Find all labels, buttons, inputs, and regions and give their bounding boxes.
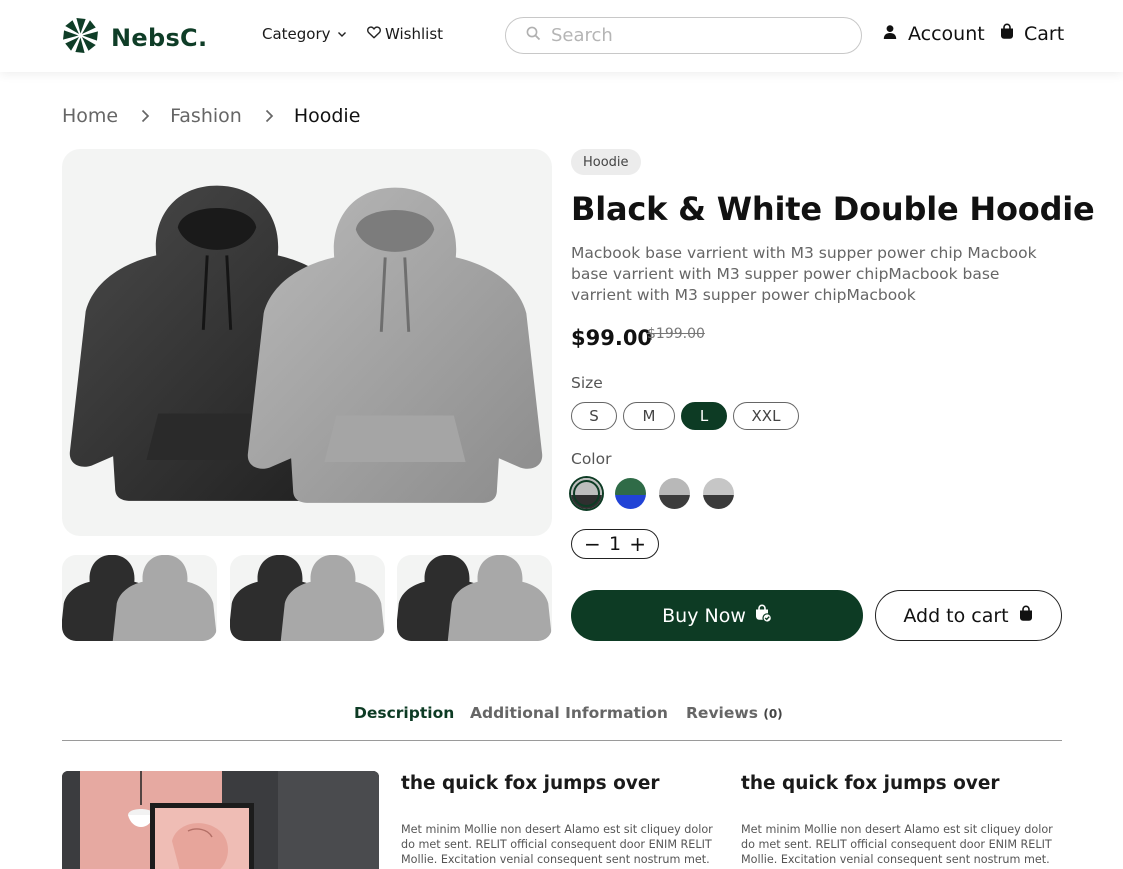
search-bar[interactable]: [505, 17, 862, 54]
content-heading-1: the quick fox jumps over: [401, 773, 660, 794]
swatch-bottom-half: [659, 495, 690, 509]
increment-button[interactable]: +: [629, 534, 646, 554]
breadcrumb: Home Fashion Hoodie: [62, 105, 360, 127]
wishlist-link[interactable]: Wishlist: [367, 25, 443, 43]
size-option-xxl[interactable]: XXL: [733, 402, 799, 430]
description-image: [62, 771, 379, 869]
breadcrumb-current: Hoodie: [293, 105, 361, 127]
color-swatch-grey-dark[interactable]: [659, 478, 690, 509]
content-heading-2: the quick fox jumps over: [741, 773, 1000, 794]
swatch-bottom-half: [615, 495, 646, 509]
product-tabs: Description Additional Information Revie…: [62, 700, 1062, 741]
product-price: $99.00: [571, 326, 653, 350]
swatch-top-half: [659, 478, 690, 496]
reviews-count: (0): [763, 707, 783, 721]
category-label: Category: [262, 25, 331, 43]
shopping-bag-icon: [999, 23, 1015, 45]
color-swatch-white-black[interactable]: [571, 478, 602, 509]
tab-description[interactable]: Description: [354, 704, 454, 722]
quantity-value: 1: [608, 533, 622, 555]
add-to-cart-button[interactable]: Add to cart: [875, 590, 1062, 641]
search-icon: [526, 26, 541, 45]
cart-link[interactable]: Cart: [999, 23, 1064, 45]
category-tag: Hoodie: [571, 149, 641, 175]
swatch-top-half: [571, 478, 602, 496]
size-option-m[interactable]: M: [623, 402, 675, 430]
size-option-l[interactable]: L: [681, 402, 727, 430]
swatch-top-half: [703, 478, 734, 496]
category-menu[interactable]: Category: [262, 25, 347, 43]
hoodie-thumbnail-image: [62, 555, 217, 641]
size-label: Size: [571, 374, 603, 392]
add-to-cart-label: Add to cart: [903, 604, 1009, 627]
content-text-2: Met minim Mollie non desert Alamo est si…: [741, 823, 1053, 866]
product-thumbnail[interactable]: [230, 555, 385, 641]
breadcrumb-home[interactable]: Home: [62, 105, 118, 127]
top-navigation-bar: NebsC. Category Wishlist Account Cart: [0, 0, 1123, 72]
breadcrumb-fashion[interactable]: Fashion: [170, 105, 242, 127]
chevron-right-icon: [140, 109, 150, 123]
product-description: Macbook base varrient with M3 supper pow…: [571, 244, 1037, 304]
color-selector: [571, 478, 734, 509]
swatch-top-half: [615, 478, 646, 496]
wishlist-label: Wishlist: [385, 25, 444, 43]
swatch-bottom-half: [571, 495, 602, 509]
bag-check-icon: [754, 603, 772, 628]
color-swatch-green-blue[interactable]: [615, 478, 646, 509]
tab-reviews-label: Reviews: [686, 704, 758, 722]
search-input[interactable]: [551, 25, 831, 46]
cart-label: Cart: [1024, 23, 1065, 45]
interior-photo: [62, 771, 379, 869]
product-title: Black & White Double Hoodie: [571, 190, 1095, 228]
logo-text: NebsC.: [111, 23, 208, 52]
color-swatch-grey-darker[interactable]: [703, 478, 734, 509]
content-text-1: Met minim Mollie non desert Alamo est si…: [401, 823, 713, 866]
hoodie-product-image: [69, 185, 543, 503]
size-option-s[interactable]: S: [571, 402, 617, 430]
tab-reviews[interactable]: Reviews (0): [686, 704, 783, 722]
logo[interactable]: NebsC.: [62, 17, 207, 58]
hoodie-thumbnail-image: [397, 555, 552, 641]
tab-additional-information[interactable]: Additional Information: [470, 704, 668, 722]
chevron-right-icon: [264, 109, 274, 123]
account-link[interactable]: Account: [882, 23, 985, 45]
size-selector: S M L XXL: [571, 402, 799, 430]
shopping-bag-icon: [1018, 604, 1034, 627]
buy-now-button[interactable]: Buy Now: [571, 590, 863, 641]
logo-flower-icon: [62, 17, 99, 58]
swatch-bottom-half: [703, 495, 734, 509]
product-thumbnail[interactable]: [397, 555, 552, 641]
buy-now-label: Buy Now: [662, 604, 746, 627]
product-original-price: $199.00: [647, 326, 705, 342]
account-label: Account: [908, 23, 985, 45]
color-label: Color: [571, 450, 612, 468]
heart-icon: [367, 25, 381, 43]
quantity-stepper: − 1 +: [571, 529, 659, 559]
product-thumbnail[interactable]: [62, 555, 217, 641]
user-icon: [882, 23, 898, 45]
decrement-button[interactable]: −: [584, 534, 601, 554]
product-main-image[interactable]: [62, 149, 552, 536]
hoodie-thumbnail-image: [230, 555, 385, 641]
chevron-down-icon: [337, 25, 347, 43]
